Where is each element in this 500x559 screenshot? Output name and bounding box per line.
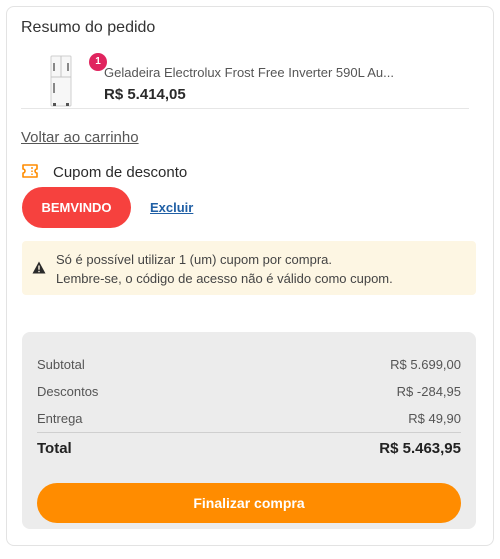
total-row: Total R$ 5.463,95: [37, 440, 461, 460]
warning-icon: [32, 261, 46, 274]
product-name[interactable]: Geladeira Electrolux Frost Free Inverter…: [104, 65, 464, 80]
discount-row: Descontos R$ -284,95: [37, 384, 461, 404]
product-item: 1 Geladeira Electrolux Frost Free Invert…: [21, 51, 469, 109]
summary-title: Resumo do pedido: [21, 19, 156, 36]
totals-divider: [37, 432, 461, 433]
product-price: R$ 5.414,05: [104, 86, 186, 103]
notice-line-2: Lembre-se, o código de acesso não é váli…: [56, 271, 393, 286]
ticket-icon: [22, 164, 38, 178]
checkout-button[interactable]: Finalizar compra: [37, 483, 461, 523]
refrigerator-image: [50, 55, 72, 107]
discount-value: R$ -284,95: [396, 384, 461, 399]
notice-line-1: Só é possível utilizar 1 (um) cupom por …: [56, 252, 332, 267]
coupon-notice: Só é possível utilizar 1 (um) cupom por …: [22, 241, 476, 295]
shipping-row: Entrega R$ 49,90: [37, 411, 461, 431]
coupon-title: Cupom de desconto: [53, 164, 188, 181]
subtotal-label: Subtotal: [37, 357, 85, 372]
applied-coupon-button[interactable]: BEMVINDO: [22, 187, 131, 228]
totals-panel: Subtotal R$ 5.699,00 Descontos R$ -284,9…: [22, 332, 476, 529]
subtotal-value: R$ 5.699,00: [390, 357, 461, 372]
notice-text: Só é possível utilizar 1 (um) cupom por …: [56, 250, 393, 288]
total-value: R$ 5.463,95: [379, 440, 461, 457]
shipping-value: R$ 49,90: [408, 411, 461, 426]
total-label: Total: [37, 440, 72, 457]
discount-label: Descontos: [37, 384, 99, 399]
remove-coupon-link[interactable]: Excluir: [150, 200, 193, 215]
shipping-label: Entrega: [37, 411, 83, 426]
back-to-cart-link[interactable]: Voltar ao carrinho: [21, 129, 139, 146]
order-summary-card: Resumo do pedido 1 Geladeira Electrolux …: [6, 6, 494, 546]
subtotal-row: Subtotal R$ 5.699,00: [37, 357, 461, 377]
